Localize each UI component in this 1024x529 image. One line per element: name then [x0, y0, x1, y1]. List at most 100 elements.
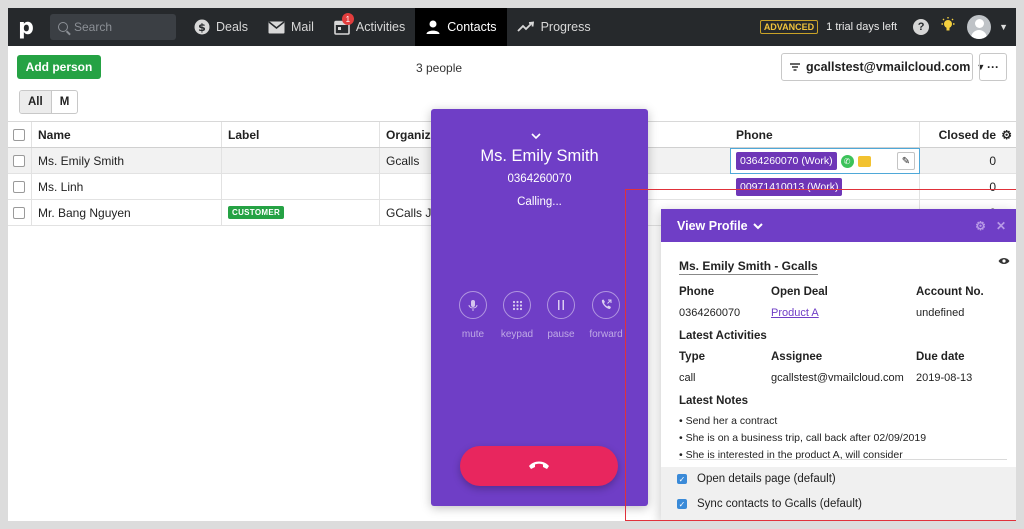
phone-value: 0364260070: [679, 307, 741, 319]
chevron-down-icon[interactable]: [752, 219, 763, 233]
search-input[interactable]: Search: [50, 14, 176, 40]
people-count: 3 people: [416, 61, 463, 75]
contact-name[interactable]: Mr. Bang Nguyen: [32, 200, 222, 225]
keypad-icon: [503, 291, 531, 319]
call-panel: Ms. Emily Smith 0364260070 Calling... mu…: [431, 109, 648, 506]
contact-name[interactable]: Ms. Emily Smith: [32, 148, 222, 173]
latest-activities-title: Latest Activities: [679, 330, 767, 342]
whatsapp-icon[interactable]: ✆: [840, 154, 854, 168]
type-value: call: [679, 372, 696, 384]
phone-chip[interactable]: 0364260070 (Work): [736, 152, 837, 170]
hangup-button[interactable]: [460, 446, 618, 486]
assignee-label: Assignee: [771, 351, 823, 363]
nav-label-mail: Mail: [290, 20, 314, 34]
plan-badge[interactable]: ADVANCED: [759, 20, 819, 34]
pause-control[interactable]: pause: [539, 291, 583, 340]
nav-item-mail[interactable]: Mail: [258, 8, 324, 46]
activities-badge: 1: [341, 13, 354, 25]
due-date-value: 2019-08-13: [916, 372, 973, 384]
top-navigation: p Search $ Deals Mail 1 Activities Conta…: [8, 8, 1016, 46]
view-profile-title[interactable]: View Profile: [677, 219, 748, 233]
note-item: • Send her a contract: [679, 415, 778, 427]
open-details-option[interactable]: ✓ Open details page (default): [677, 473, 836, 485]
assignee-value: gcallstest@vmailcloud.com: [771, 372, 904, 384]
help-icon[interactable]: ?: [913, 19, 930, 35]
gear-icon[interactable]: ⚙: [975, 219, 986, 233]
edit-pencil-icon[interactable]: ✎: [897, 152, 915, 170]
type-label: Type: [679, 351, 705, 363]
lightbulb-icon[interactable]: [937, 16, 959, 39]
owner-filter-select[interactable]: gcallstest@vmailcloud.com ▼: [781, 53, 985, 81]
account-value: undefined: [916, 307, 965, 319]
filter-icon: [790, 60, 800, 74]
hangup-phone-icon: [528, 459, 550, 473]
forward-call-icon: [592, 291, 620, 319]
nav-item-activities[interactable]: 1 Activities: [324, 8, 415, 46]
filter-m-button[interactable]: M: [52, 91, 78, 113]
search-icon: [58, 22, 68, 32]
user-avatar[interactable]: [967, 15, 992, 39]
mute-label: mute: [461, 329, 485, 340]
sync-contacts-option[interactable]: ✓ Sync contacts to Gcalls (default): [677, 498, 862, 510]
contact-label: [222, 174, 380, 199]
checkbox-checked[interactable]: ✓: [677, 499, 687, 509]
trend-icon: [516, 21, 535, 33]
trial-text[interactable]: 1 trial days left: [826, 21, 897, 33]
alphabet-filter: All M: [19, 90, 79, 114]
mail-icon: [268, 20, 285, 34]
open-deal-link[interactable]: Product A: [771, 307, 819, 319]
row-checkbox[interactable]: [8, 200, 32, 225]
collapse-chevron-icon[interactable]: [531, 129, 541, 140]
add-person-button[interactable]: Add person: [17, 55, 101, 79]
closed-deals-count: 0: [989, 179, 996, 194]
contact-name[interactable]: Ms. Linh: [32, 174, 222, 199]
checkbox-checked[interactable]: ✓: [677, 474, 687, 484]
open-deal-label: Open Deal: [771, 286, 828, 298]
note-item: • She is on a business trip, call back a…: [679, 432, 927, 444]
phone-chip[interactable]: 00971410013 (Work): [736, 177, 843, 196]
select-all-checkbox[interactable]: [8, 122, 32, 147]
gear-icon[interactable]: ⚙: [1001, 128, 1012, 142]
nav-right-area: ADVANCED 1 trial days left ? ▼: [759, 15, 1016, 39]
dollar-icon: $: [194, 19, 210, 35]
keypad-label: keypad: [500, 329, 534, 340]
filter-value: gcallstest@vmailcloud.com: [806, 60, 971, 74]
column-header-phone[interactable]: Phone: [730, 122, 920, 147]
eye-icon[interactable]: [998, 256, 1010, 268]
sync-contacts-label: Sync contacts to Gcalls (default): [697, 498, 862, 510]
pause-label: pause: [547, 329, 575, 340]
app-window: p Search $ Deals Mail 1 Activities Conta…: [8, 8, 1016, 521]
due-date-label: Due date: [916, 351, 965, 363]
keypad-control[interactable]: keypad: [495, 291, 539, 340]
closed-deals-count: 0: [989, 153, 996, 168]
nav-item-deals[interactable]: $ Deals: [184, 8, 258, 46]
closed-header-label: Closed de: [938, 127, 996, 142]
pipedrive-logo[interactable]: p: [8, 8, 44, 46]
divider: [679, 459, 1007, 460]
column-header-name[interactable]: Name: [32, 122, 222, 147]
profile-contact-name[interactable]: Ms. Emily Smith - Gcalls: [679, 259, 818, 275]
sms-icon[interactable]: [857, 155, 871, 167]
row-checkbox[interactable]: [8, 174, 32, 199]
column-header-closed-deals[interactable]: Closed de ⚙: [920, 122, 1016, 147]
nav-label-progress: Progress: [540, 20, 591, 34]
mute-control[interactable]: mute: [451, 291, 495, 340]
row-checkbox[interactable]: [8, 148, 32, 173]
nav-item-progress[interactable]: Progress: [507, 8, 601, 46]
column-header-label[interactable]: Label: [222, 122, 380, 147]
call-status: Calling...: [517, 196, 562, 208]
phone-cell-editing[interactable]: 0364260070 (Work) ✆ ✎: [730, 148, 920, 174]
profile-panel: View Profile ⚙ ✕ Ms. Emily Smith - Gcall…: [661, 209, 1016, 521]
nav-label-contacts: Contacts: [447, 20, 497, 34]
chevron-down-icon[interactable]: ▼: [999, 22, 1008, 32]
profile-header[interactable]: View Profile ⚙ ✕: [661, 209, 1016, 242]
mic-icon: [459, 291, 487, 319]
filter-all-button[interactable]: All: [20, 91, 52, 113]
more-options-button[interactable]: ···: [979, 53, 1007, 81]
forward-control[interactable]: forward: [584, 291, 628, 340]
person-icon: [425, 19, 441, 35]
close-icon[interactable]: ✕: [996, 219, 1006, 233]
nav-item-contacts[interactable]: Contacts: [415, 8, 507, 46]
contact-label: CUSTOMER: [222, 200, 380, 225]
contact-phone[interactable]: 00971410013 (Work): [730, 174, 920, 199]
